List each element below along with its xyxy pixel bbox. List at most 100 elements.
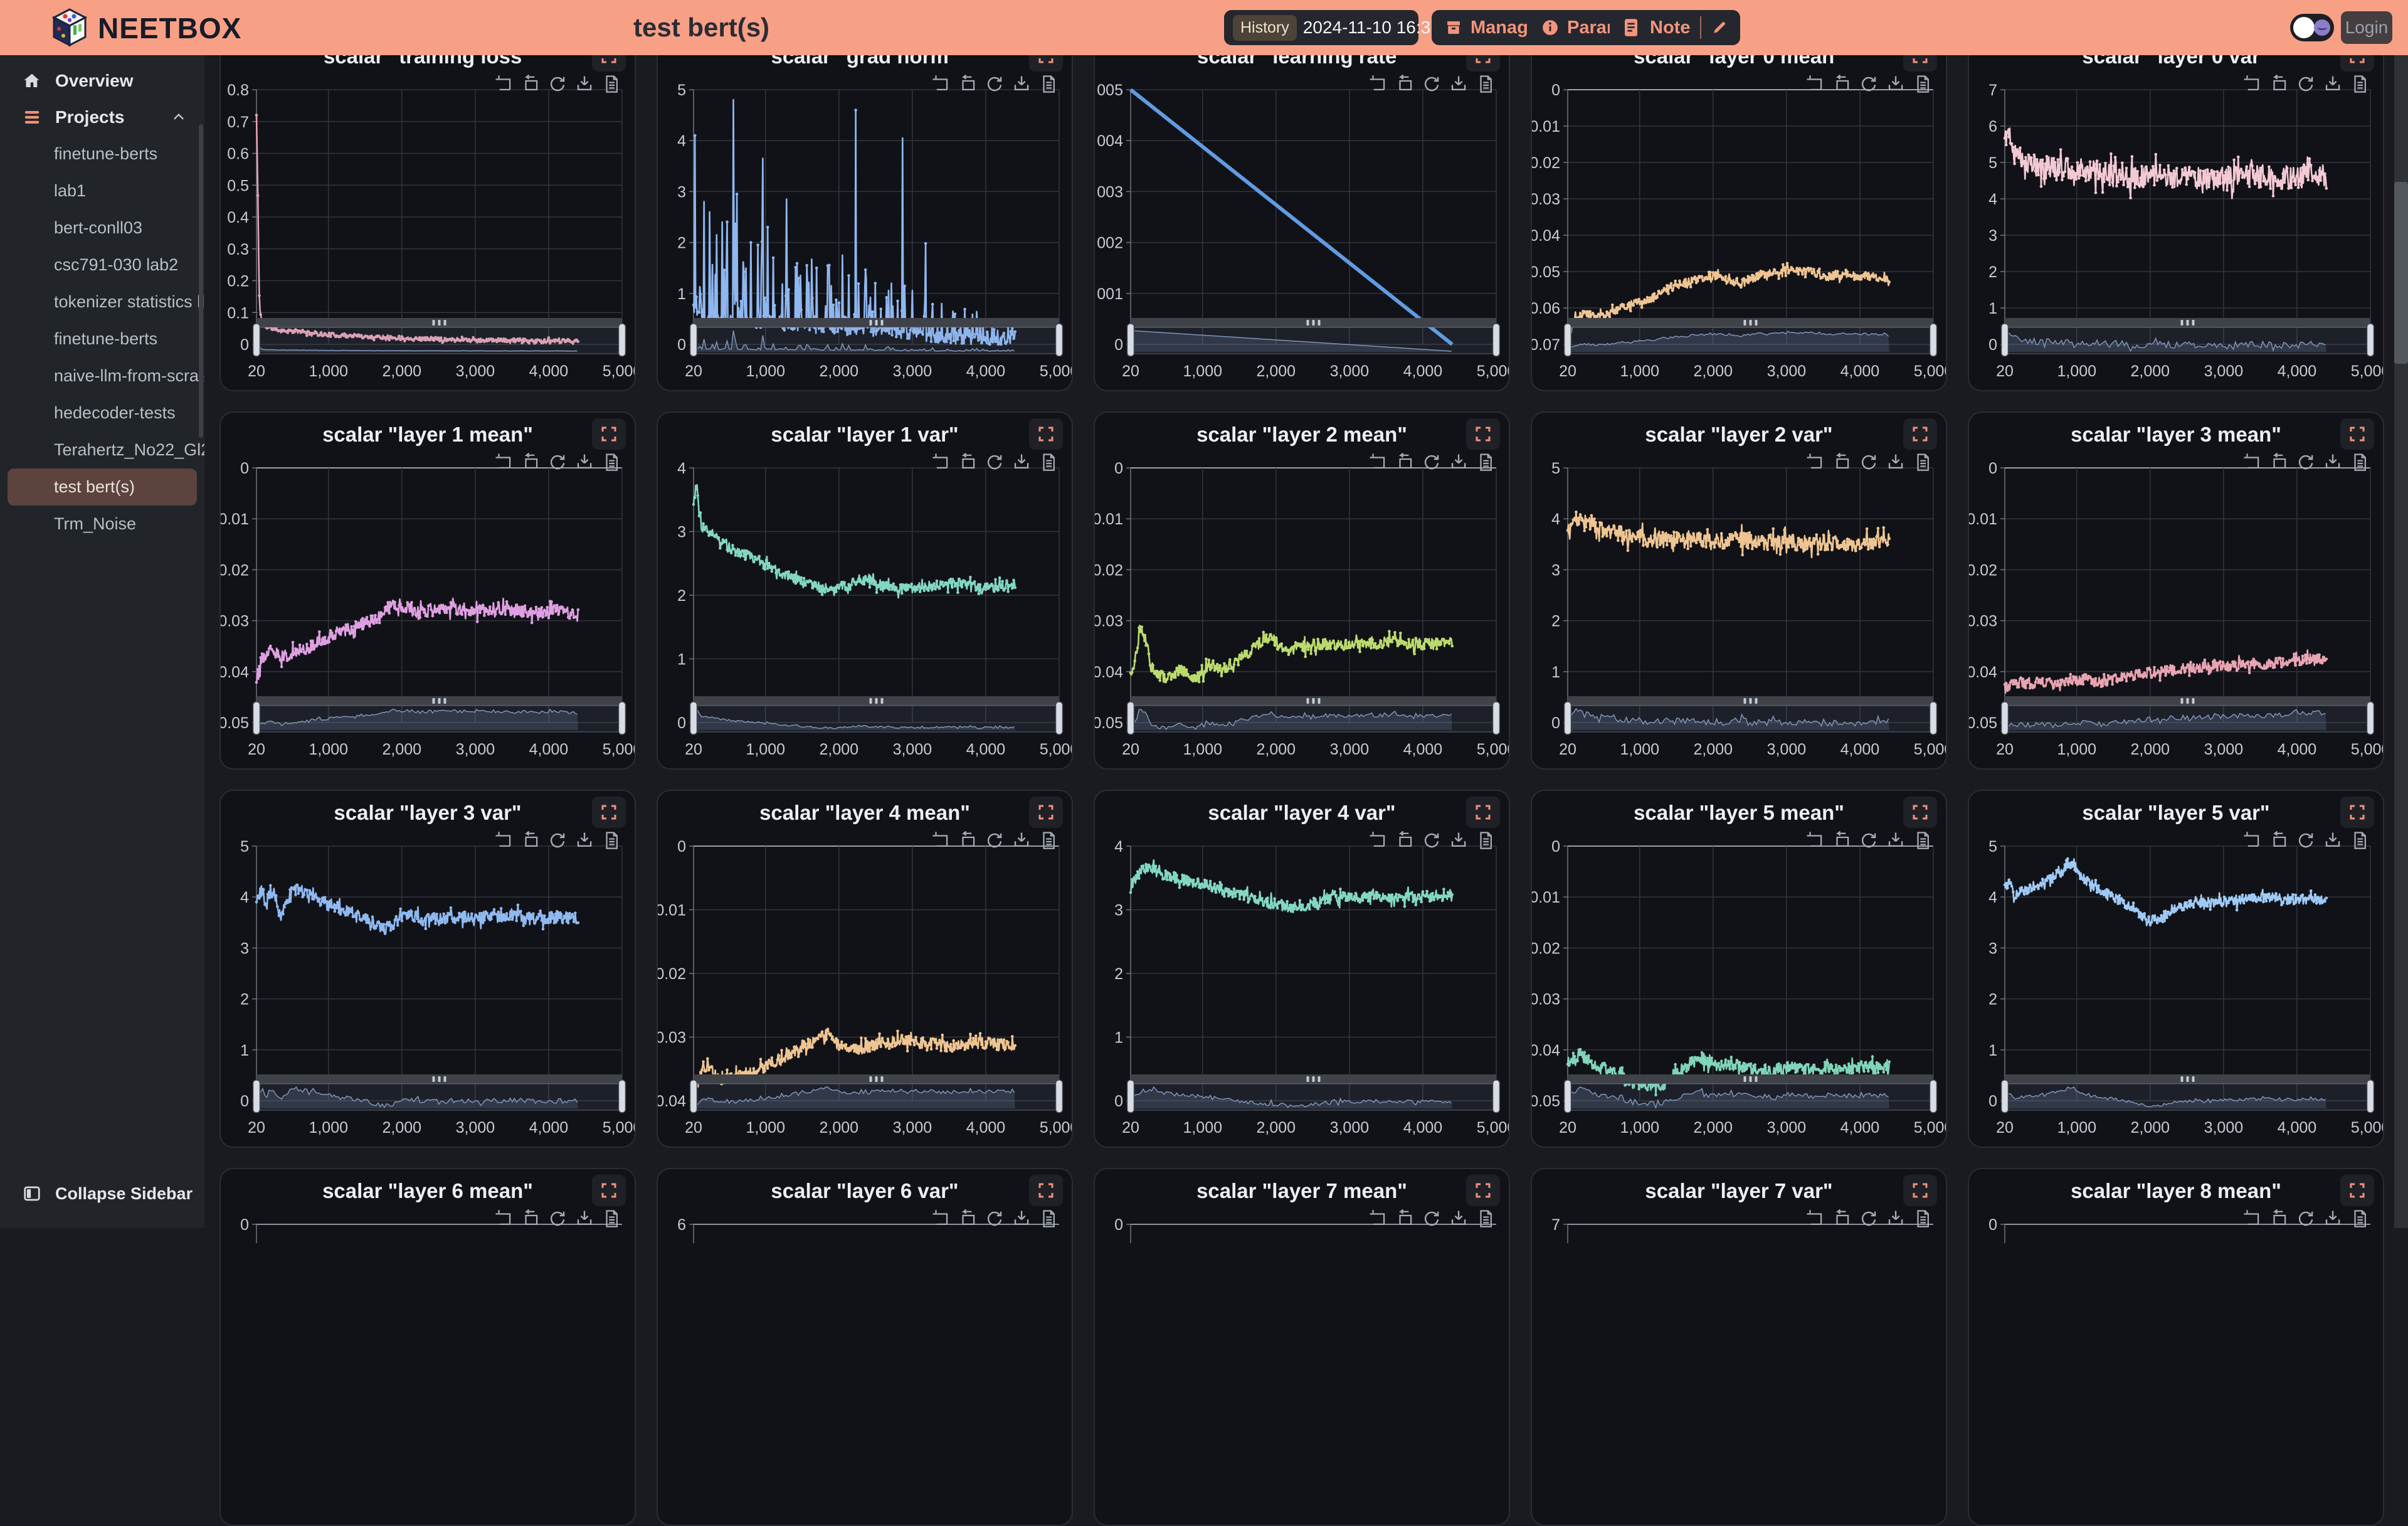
sidebar-item-project[interactable]: finetune-berts: [0, 135, 204, 172]
datazoom-reset-icon[interactable]: [958, 75, 977, 93]
restore-icon[interactable]: [1859, 831, 1878, 850]
save-image-icon[interactable]: [1886, 831, 1905, 850]
datazoom-icon[interactable]: [2242, 1209, 2261, 1228]
datazoom-reset-icon[interactable]: [958, 453, 977, 472]
expand-chart-button[interactable]: [1903, 797, 1937, 828]
datazoom-reset-icon[interactable]: [1832, 1209, 1851, 1228]
datazoom-reset-icon[interactable]: [521, 75, 540, 93]
save-image-icon[interactable]: [1012, 1209, 1031, 1228]
restore-icon[interactable]: [985, 453, 1004, 472]
data-view-icon[interactable]: [2350, 75, 2369, 93]
datazoom-icon[interactable]: [1805, 453, 1824, 472]
expand-chart-button[interactable]: [592, 797, 626, 828]
save-image-icon[interactable]: [2323, 453, 2342, 472]
restore-icon[interactable]: [1859, 453, 1878, 472]
restore-icon[interactable]: [548, 1209, 567, 1228]
data-view-icon[interactable]: [1913, 831, 1932, 850]
data-view-icon[interactable]: [602, 75, 621, 93]
sidebar-scrollbar[interactable]: [199, 124, 203, 438]
save-image-icon[interactable]: [2323, 831, 2342, 850]
restore-icon[interactable]: [985, 75, 1004, 93]
restore-icon[interactable]: [985, 1209, 1004, 1228]
datazoom-reset-icon[interactable]: [1832, 453, 1851, 472]
datazoom-icon[interactable]: [1805, 831, 1824, 850]
sidebar-item-project[interactable]: Terahertz_No22_Gl261_gl...: [0, 432, 204, 469]
data-view-icon[interactable]: [2350, 831, 2369, 850]
datazoom-reset-icon[interactable]: [2269, 1209, 2288, 1228]
page-scrollbar-track[interactable]: [2394, 55, 2408, 1228]
sidebar-item-project[interactable]: test bert(s): [8, 469, 197, 506]
save-image-icon[interactable]: [575, 1209, 594, 1228]
datazoom-reset-icon[interactable]: [1395, 453, 1414, 472]
restore-icon[interactable]: [1422, 75, 1441, 93]
datazoom-icon[interactable]: [1368, 1209, 1387, 1228]
datazoom-icon[interactable]: [2242, 75, 2261, 93]
data-view-icon[interactable]: [1913, 75, 1932, 93]
restore-icon[interactable]: [548, 75, 567, 93]
restore-icon[interactable]: [985, 831, 1004, 850]
neetbox-logo[interactable]: NEETBOX: [50, 8, 241, 49]
datazoom-reset-icon[interactable]: [521, 453, 540, 472]
data-view-icon[interactable]: [1476, 831, 1495, 850]
pencil-icon[interactable]: [1711, 19, 1728, 36]
datazoom-icon[interactable]: [494, 453, 513, 472]
datazoom-reset-icon[interactable]: [958, 1209, 977, 1228]
sidebar-item-project[interactable]: lab1: [0, 172, 204, 209]
datazoom-icon[interactable]: [931, 831, 950, 850]
sidebar-item-project[interactable]: finetune-berts: [0, 321, 204, 358]
save-image-icon[interactable]: [1449, 75, 1468, 93]
datazoom-icon[interactable]: [931, 453, 950, 472]
restore-icon[interactable]: [1859, 75, 1878, 93]
login-button[interactable]: Login: [2341, 11, 2392, 44]
save-image-icon[interactable]: [2323, 1209, 2342, 1228]
expand-chart-button[interactable]: [592, 1175, 626, 1206]
restore-icon[interactable]: [1422, 831, 1441, 850]
save-image-icon[interactable]: [1012, 453, 1031, 472]
datazoom-icon[interactable]: [494, 75, 513, 93]
datazoom-icon[interactable]: [1368, 831, 1387, 850]
expand-chart-button[interactable]: [2340, 418, 2374, 450]
expand-chart-button[interactable]: [1903, 1175, 1937, 1206]
datazoom-reset-icon[interactable]: [1395, 1209, 1414, 1228]
datazoom-reset-icon[interactable]: [1395, 831, 1414, 850]
save-image-icon[interactable]: [575, 453, 594, 472]
data-view-icon[interactable]: [1476, 75, 1495, 93]
restore-icon[interactable]: [2296, 1209, 2315, 1228]
datazoom-reset-icon[interactable]: [2269, 453, 2288, 472]
datazoom-reset-icon[interactable]: [958, 831, 977, 850]
save-image-icon[interactable]: [1449, 1209, 1468, 1228]
restore-icon[interactable]: [1859, 1209, 1878, 1228]
data-view-icon[interactable]: [1039, 1209, 1058, 1228]
save-image-icon[interactable]: [1449, 453, 1468, 472]
datazoom-reset-icon[interactable]: [2269, 75, 2288, 93]
sidebar-item-project[interactable]: bert-conll03: [0, 209, 204, 246]
save-image-icon[interactable]: [1449, 831, 1468, 850]
datazoom-reset-icon[interactable]: [521, 1209, 540, 1228]
sidebar-item-project[interactable]: naive-llm-from-scratch: [0, 358, 204, 395]
expand-chart-button[interactable]: [1466, 418, 1500, 450]
save-image-icon[interactable]: [1012, 75, 1031, 93]
save-image-icon[interactable]: [1012, 831, 1031, 850]
datazoom-icon[interactable]: [494, 831, 513, 850]
data-view-icon[interactable]: [1913, 453, 1932, 472]
datazoom-icon[interactable]: [2242, 831, 2261, 850]
datazoom-icon[interactable]: [2242, 453, 2261, 472]
restore-icon[interactable]: [2296, 831, 2315, 850]
datazoom-icon[interactable]: [494, 1209, 513, 1228]
datazoom-reset-icon[interactable]: [1832, 831, 1851, 850]
datazoom-icon[interactable]: [1805, 1209, 1824, 1228]
datazoom-icon[interactable]: [931, 1209, 950, 1228]
data-view-icon[interactable]: [2350, 1209, 2369, 1228]
expand-chart-button[interactable]: [1029, 1175, 1063, 1206]
data-view-icon[interactable]: [1039, 75, 1058, 93]
sidebar-item-project[interactable]: csc791-030 lab2: [0, 246, 204, 283]
sidebar-item-project[interactable]: tokenizer statistics llama...: [0, 283, 204, 321]
datazoom-icon[interactable]: [1368, 453, 1387, 472]
datazoom-icon[interactable]: [1805, 75, 1824, 93]
save-image-icon[interactable]: [575, 831, 594, 850]
save-image-icon[interactable]: [2323, 75, 2342, 93]
expand-chart-button[interactable]: [1466, 797, 1500, 828]
restore-icon[interactable]: [1422, 1209, 1441, 1228]
expand-chart-button[interactable]: [592, 418, 626, 450]
expand-chart-button[interactable]: [1029, 797, 1063, 828]
